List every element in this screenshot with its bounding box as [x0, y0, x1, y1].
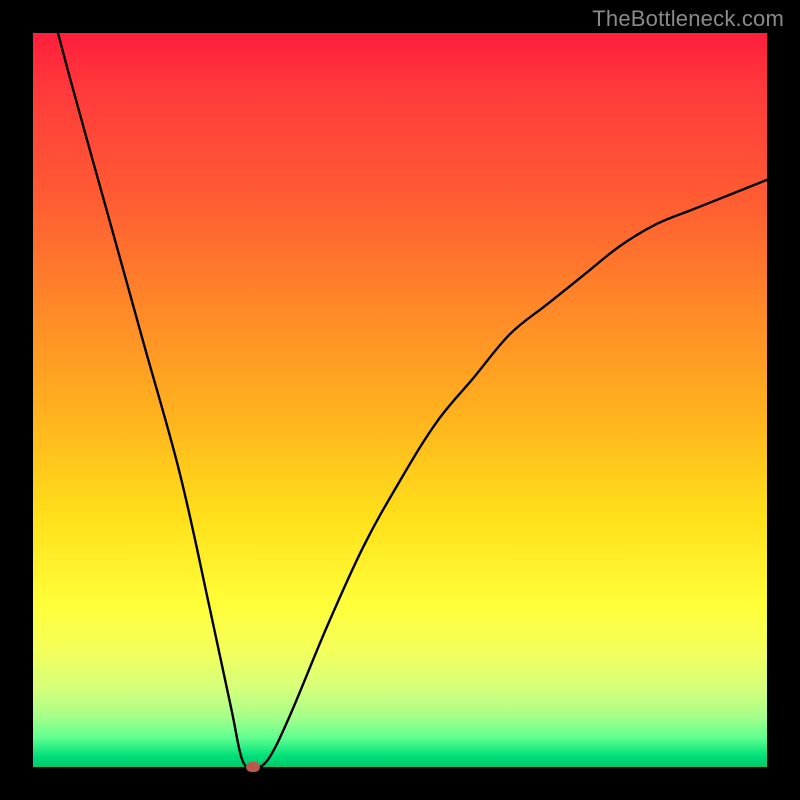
optimal-point-marker: [246, 762, 260, 772]
watermark-text: TheBottleneck.com: [592, 6, 784, 32]
plot-area: [33, 33, 767, 767]
chart-frame: TheBottleneck.com: [0, 0, 800, 800]
bottleneck-curve: [33, 33, 767, 767]
